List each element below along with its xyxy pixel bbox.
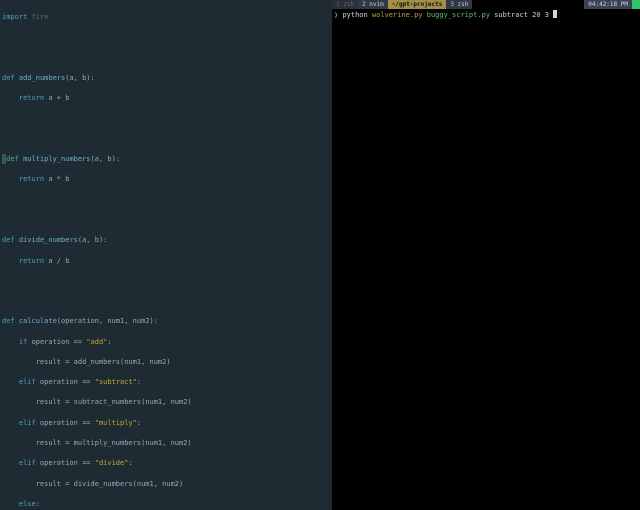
code-token: "multiply" — [95, 419, 137, 427]
code-token: return — [2, 257, 44, 265]
code-token: : — [137, 419, 141, 427]
terminal-cursor — [553, 10, 557, 18]
code-token: def — [6, 155, 19, 163]
tmux-tab-active[interactable]: ~/gpt-projects — [388, 0, 447, 9]
clock: 04:42:18 PM — [584, 0, 632, 9]
code-token: def — [2, 74, 15, 82]
code-token: result = subtract_numbers(num1, num2) — [2, 398, 192, 406]
code-area[interactable]: import fire def add_numbers(a, b): retur… — [0, 0, 332, 510]
code-token: "divide" — [95, 459, 129, 467]
code-token: operation == — [27, 338, 86, 346]
battery-icon: 0 — [632, 0, 640, 9]
term-token: python — [342, 11, 367, 19]
code-token: operation == — [36, 459, 95, 467]
tmux-tab-3[interactable]: 3 zsh — [446, 0, 472, 9]
split-screen: import fire def add_numbers(a, b): retur… — [0, 0, 640, 510]
term-token: wolverine.py — [372, 11, 423, 19]
code-token: else — [2, 500, 36, 508]
code-token: def — [2, 317, 15, 325]
term-token: buggy_script.py — [427, 11, 490, 19]
code-token: if — [2, 338, 27, 346]
terminal-pane[interactable]: 1 zsh 2 nvim ~/gpt-projects 3 zsh 04:42:… — [332, 0, 640, 510]
code-token: a + b — [44, 94, 69, 102]
tmux-tabbar[interactable]: 1 zsh 2 nvim ~/gpt-projects 3 zsh 04:42:… — [332, 0, 640, 9]
code-token: multiply_numbers — [19, 155, 91, 163]
code-token: elif — [2, 459, 36, 467]
code-token: "add" — [86, 338, 107, 346]
code-token: calculate — [15, 317, 57, 325]
editor-pane[interactable]: import fire def add_numbers(a, b): retur… — [0, 0, 332, 510]
code-token: add_numbers — [15, 74, 66, 82]
term-token: subtract 20 3 — [494, 11, 549, 19]
code-token: result = divide_numbers(num1, num2) — [2, 480, 183, 488]
code-token: elif — [2, 378, 36, 386]
code-token: result = add_numbers(num1, num2) — [2, 358, 171, 366]
code-token: return — [2, 175, 44, 183]
code-token: return — [2, 94, 44, 102]
code-token: : — [128, 459, 132, 467]
code-token: (a, b): — [91, 155, 121, 163]
code-token: def — [2, 236, 15, 244]
code-token: "subtract" — [95, 378, 137, 386]
code-token: fire — [27, 13, 48, 21]
code-token: import — [2, 13, 27, 21]
code-token: a * b — [44, 175, 69, 183]
code-token: a / b — [44, 257, 69, 265]
tmux-tab-1[interactable]: 1 zsh — [332, 0, 358, 9]
terminal-command-line[interactable]: ❯ python wolverine.py buggy_script.py su… — [332, 9, 640, 20]
code-token: operation == — [36, 378, 95, 386]
prompt-icon: ❯ — [334, 11, 338, 19]
tabbar-spacer — [472, 0, 584, 9]
code-token: divide_numbers — [15, 236, 78, 244]
code-token: (operation, num1, num2): — [57, 317, 158, 325]
code-token: elif — [2, 419, 36, 427]
code-token: : — [107, 338, 111, 346]
code-token: result = multiply_numbers(num1, num2) — [2, 439, 192, 447]
code-token: : — [36, 500, 40, 508]
tmux-tab-2[interactable]: 2 nvim — [358, 0, 388, 9]
code-token: (a, b): — [78, 236, 108, 244]
code-token: (a, b): — [65, 74, 95, 82]
code-token: : — [137, 378, 141, 386]
code-token: operation == — [36, 419, 95, 427]
